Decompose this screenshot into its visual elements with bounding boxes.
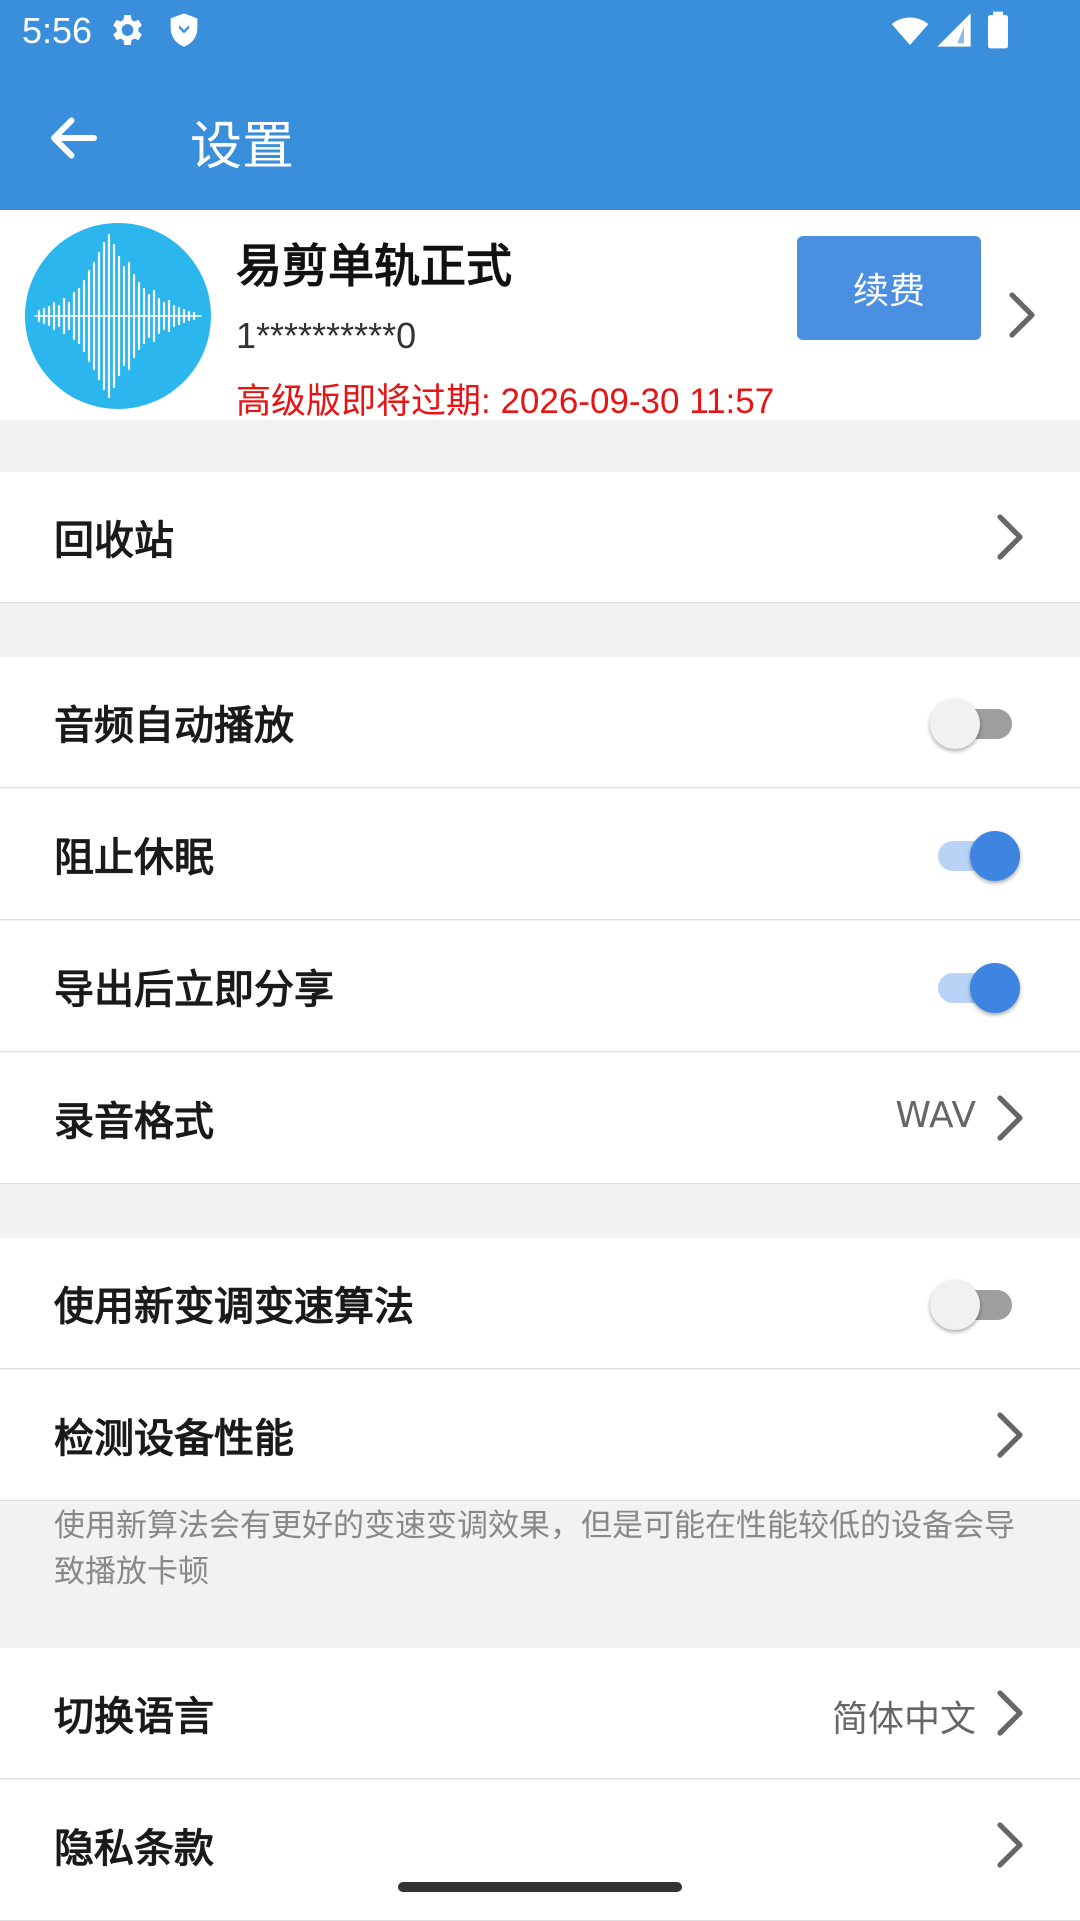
page-title: 设置 [190, 117, 295, 177]
auto-play-label: 音频自动播放 [54, 703, 294, 749]
new-algorithm-label: 使用新变调变速算法 [54, 1284, 414, 1330]
account-name: 易剪单轨正式 [236, 239, 512, 293]
status-time: 5:56 [22, 10, 93, 51]
chevron-right-icon [997, 1822, 1023, 1868]
record-format-value: WAV [895, 1095, 976, 1136]
algorithm-note: 使用新算法会有更好的变速变调效果，但是可能在性能较低的设备会导致播放卡顿 [54, 1508, 1015, 1590]
gear-icon [113, 15, 142, 45]
app-bar: 设置 [0, 62, 1080, 210]
device-perf-label: 检测设备性能 [54, 1416, 294, 1462]
renew-button[interactable]: 续费 [797, 236, 981, 340]
new-algorithm-row[interactable]: 使用新变调变速算法 [0, 1238, 1080, 1369]
account-phone: 1**********0 [236, 315, 417, 356]
shield-icon [170, 13, 198, 47]
prevent-sleep-toggle[interactable] [930, 827, 1020, 883]
arrow-back-icon[interactable] [44, 108, 104, 168]
share-after-export-toggle[interactable] [930, 959, 1020, 1015]
signal-icon [937, 13, 971, 47]
auto-play-row[interactable]: 音频自动播放 [0, 657, 1080, 788]
language-value: 简体中文 [831, 1699, 976, 1740]
toggle-knob [930, 699, 980, 749]
chevron-right-icon [997, 514, 1023, 560]
record-format-row[interactable]: 录音格式 WAV [0, 1053, 1080, 1184]
expiry-notice: 高级版即将过期: 2026-09-30 11:57 [236, 382, 775, 421]
chevron-right-icon[interactable] [1002, 287, 1042, 343]
sound-wave-icon [34, 233, 202, 399]
share-after-export-label: 导出后立即分享 [54, 967, 334, 1013]
chevron-right-icon [997, 1095, 1023, 1141]
prevent-sleep-row[interactable]: 阻止休眠 [0, 789, 1080, 920]
account-card[interactable]: 易剪单轨正式 1**********0 高级版即将过期: 2026-09-30 … [0, 210, 1080, 421]
wifi-icon [891, 17, 929, 45]
battery-icon [988, 11, 1008, 49]
language-label: 切换语言 [54, 1694, 214, 1740]
privacy-label: 隐私条款 [54, 1826, 214, 1872]
device-perf-row[interactable]: 检测设备性能 [0, 1370, 1080, 1501]
new-algorithm-toggle[interactable] [930, 1276, 1020, 1332]
share-after-export-row[interactable]: 导出后立即分享 [0, 921, 1080, 1052]
record-format-label: 录音格式 [54, 1099, 214, 1145]
recycle-bin-label: 回收站 [54, 518, 174, 564]
chevron-right-icon [997, 1412, 1023, 1458]
prevent-sleep-label: 阻止休眠 [54, 835, 214, 881]
auto-play-toggle[interactable] [930, 695, 1020, 751]
privacy-row[interactable]: 隐私条款 [0, 1780, 1080, 1921]
avatar[interactable] [25, 223, 211, 409]
toggle-knob [970, 831, 1020, 881]
recycle-bin-row[interactable]: 回收站 [0, 472, 1080, 603]
chevron-right-icon [997, 1690, 1023, 1736]
status-bar: 5:56 [0, 0, 1080, 62]
home-indicator[interactable] [398, 1882, 682, 1892]
toggle-knob [970, 963, 1020, 1013]
toggle-knob [930, 1280, 980, 1330]
language-row[interactable]: 切换语言 简体中文 [0, 1648, 1080, 1779]
